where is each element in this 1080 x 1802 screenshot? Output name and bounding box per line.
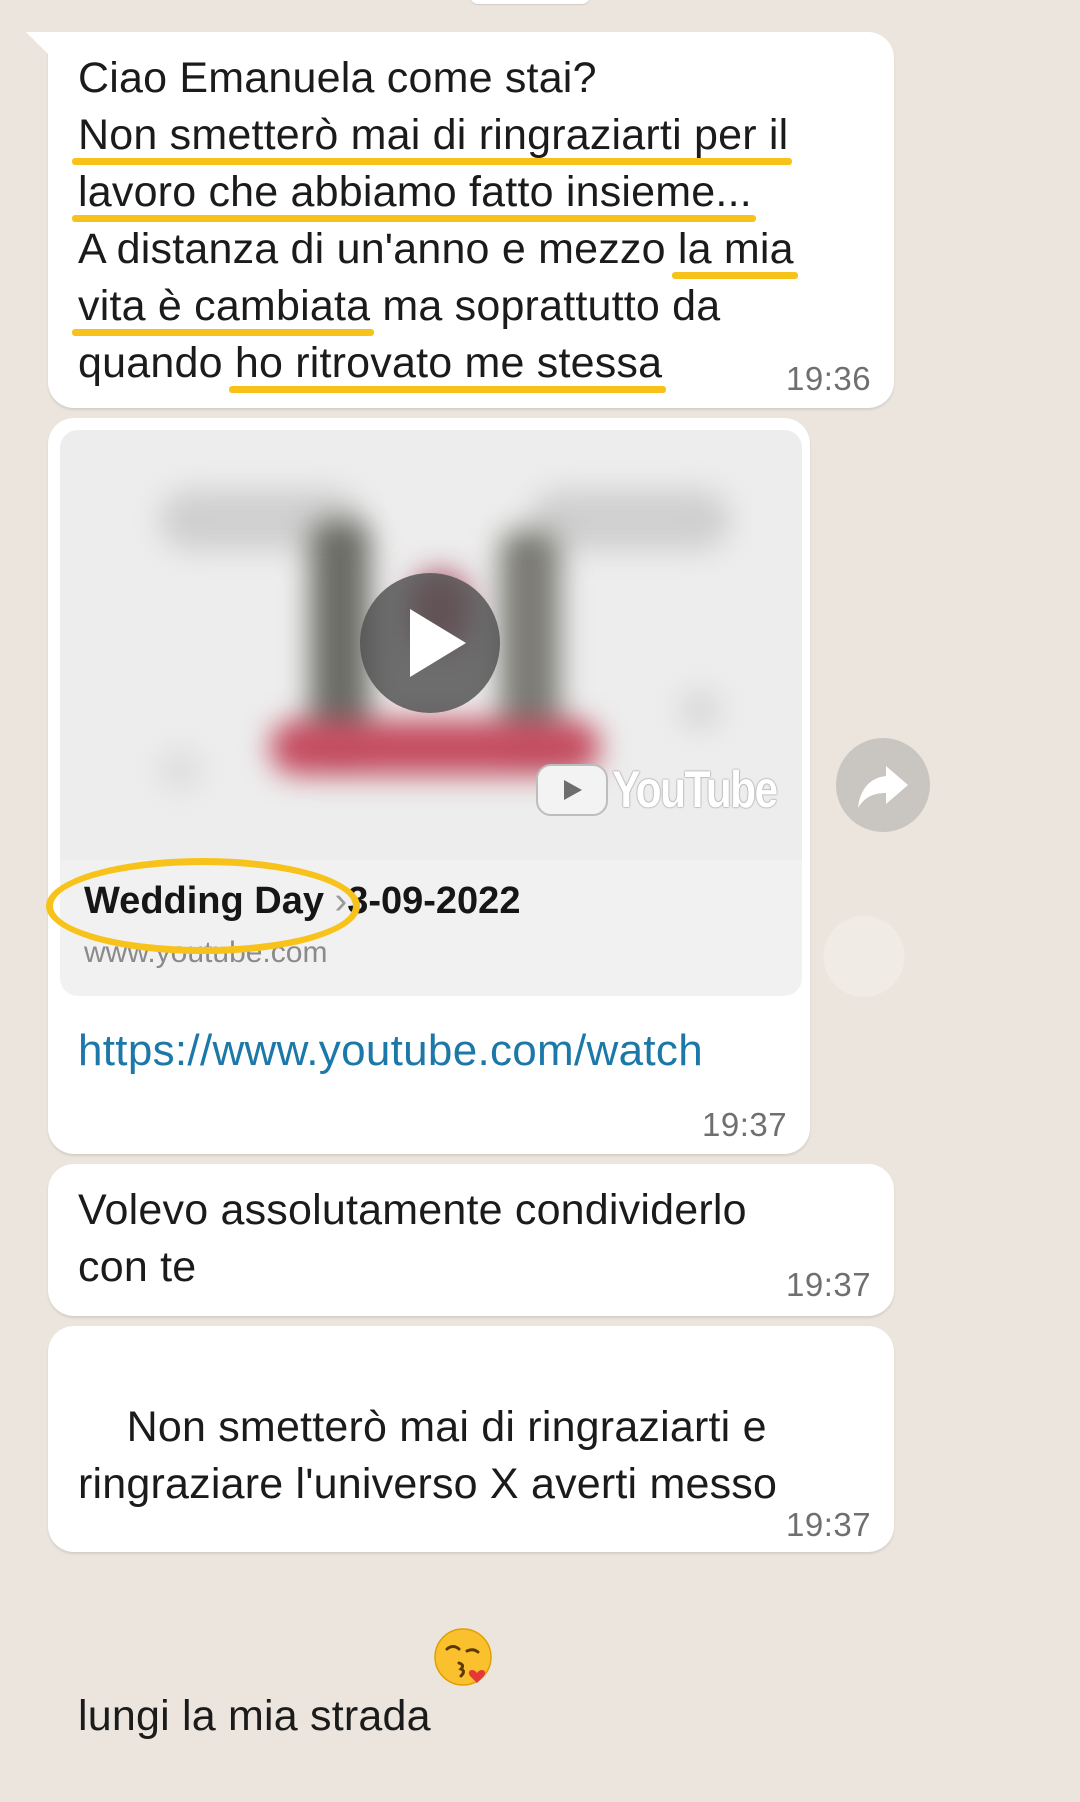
previous-message-edge [470,0,590,4]
highlight-circle-annotation [46,858,360,954]
message-timestamp: 19:37 [702,1106,788,1143]
highlighted-text: la mia [677,225,794,273]
message-bubble-1[interactable]: Ciao Emanuela come stai? Non smetterò ma… [26,32,894,408]
play-icon[interactable] [360,573,500,713]
youtube-wordmark: YouTube [612,761,778,819]
forward-icon[interactable] [836,738,930,832]
highlighted-text: Non smetterò mai di ringraziarti per il [78,111,789,159]
face-throwing-kiss-emoji [433,1513,493,1686]
message-text: Non smetterò mai di ringraziarti e ringr… [78,1403,778,1740]
message-text: Volevo assolutamente condividerlo con te [78,1186,747,1291]
message-url-link[interactable]: https://www.youtube.com/watch [78,1026,703,1076]
message-bubble-link[interactable]: YouTube Wedding Day ›3-09-2022 www.youtu… [48,418,810,1154]
bubble-tail [26,32,54,60]
message-bubble-4[interactable]: Non smetterò mai di ringraziarti e ringr… [48,1326,894,1740]
highlighted-text: lavoro che abbiamo fatto insieme... [78,168,752,216]
message-timestamp: 19:37 [786,1266,872,1303]
message-text-segment: Ciao Emanuela come stai? [78,54,597,102]
message-text-segment: A distanza di un'anno e mezzo [78,225,666,273]
video-thumbnail[interactable]: YouTube [60,430,802,860]
highlighted-text: ho ritrovato me stessa [234,339,663,387]
highlighted-text: vita è cambiata [78,282,371,330]
message-text: Ciao Emanuela come stai? Non smetterò ma… [78,50,794,392]
youtube-logo-icon [536,764,608,821]
message-timestamp: 19:36 [786,360,872,397]
message-timestamp: 19:37 [786,1506,872,1543]
message-bubble-3[interactable]: Volevo assolutamente condividerlo con te… [48,1164,894,1316]
